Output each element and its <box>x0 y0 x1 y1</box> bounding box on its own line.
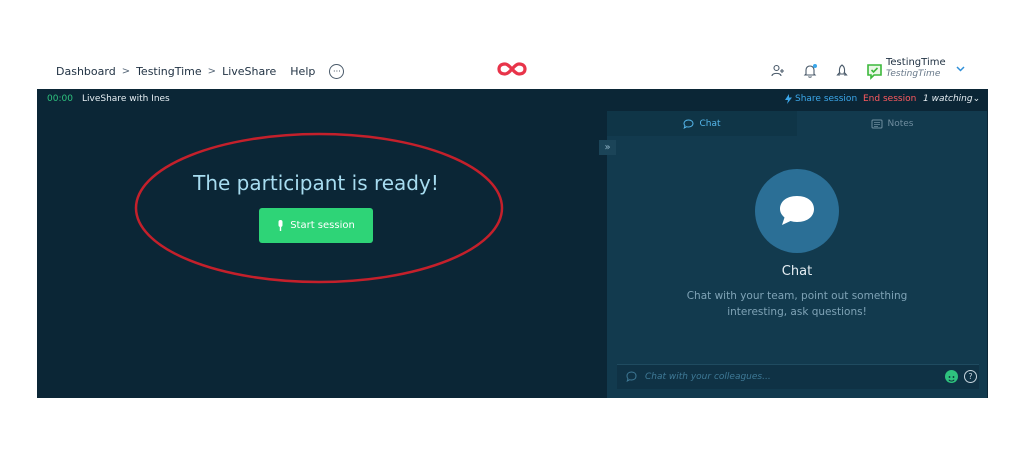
chat-bubble-icon <box>683 118 694 129</box>
session-timer: 00:00 <box>47 94 73 104</box>
session-status-bar: 00:00 LiveShare with Ines Share session … <box>37 89 988 109</box>
collapse-panel-button[interactable]: » <box>599 140 616 155</box>
end-session-button[interactable]: End session <box>863 94 916 104</box>
share-session-button[interactable]: Share session <box>785 94 857 104</box>
add-user-icon[interactable] <box>769 62 787 80</box>
bell-icon[interactable] <box>801 62 819 80</box>
chat-message-input[interactable] <box>643 368 937 386</box>
chevron-down-icon: ⌄ <box>972 94 981 104</box>
chevron-down-icon[interactable] <box>956 64 965 75</box>
emoji-icon[interactable] <box>945 370 958 383</box>
rocket-icon[interactable] <box>833 62 851 80</box>
more-options-icon[interactable]: ··· <box>329 64 345 79</box>
participant-ready-message: The participant is ready! <box>193 171 439 195</box>
user-menu[interactable]: TestingTime TestingTime <box>886 57 946 79</box>
session-stage: 00:00 LiveShare with Ines Share session … <box>37 89 988 398</box>
microphone-icon <box>278 220 283 231</box>
watching-dropdown[interactable]: 1 watching⌄ <box>923 94 980 104</box>
tab-chat-label: Chat <box>699 118 721 129</box>
breadcrumb-separator: > <box>121 66 131 77</box>
lightning-icon <box>785 94 792 104</box>
chat-input-bar: ? <box>617 364 979 389</box>
feedback-icon[interactable] <box>865 62 883 80</box>
share-session-label: Share session <box>795 94 858 104</box>
user-organization: TestingTime <box>886 69 941 79</box>
start-session-label: Start session <box>290 220 355 231</box>
testingtime-logo <box>497 62 527 76</box>
top-nav: Dashboard > TestingTime > LiveShare Help… <box>37 52 988 89</box>
chat-description: Chat with your team, point out something… <box>686 290 908 318</box>
chat-heading: Chat <box>781 264 813 279</box>
start-session-button[interactable]: Start session <box>259 208 373 243</box>
user-name: TestingTime <box>886 57 946 68</box>
panel-tabs: Chat Notes <box>607 111 987 136</box>
chat-panel: Chat Notes » Chat Chat with your team, p… <box>599 111 987 398</box>
chat-illustration <box>755 169 839 253</box>
breadcrumb-separator: > <box>207 66 217 77</box>
breadcrumb-dashboard[interactable]: Dashboard <box>56 65 116 78</box>
chat-bubble-icon <box>626 371 637 382</box>
chat-bubble-icon <box>780 196 814 225</box>
tab-chat[interactable]: Chat <box>607 111 797 136</box>
tab-notes[interactable]: Notes <box>797 111 987 136</box>
session-title: LiveShare with Ines <box>82 94 170 104</box>
help-link[interactable]: Help <box>290 65 315 78</box>
tab-notes-label: Notes <box>887 118 914 129</box>
notes-icon <box>871 119 882 128</box>
breadcrumb: Dashboard > TestingTime > LiveShare Help… <box>56 64 345 79</box>
breadcrumb-liveshare[interactable]: LiveShare <box>222 65 276 78</box>
nav-icon-group <box>769 62 897 80</box>
help-icon[interactable]: ? <box>964 370 977 383</box>
breadcrumb-testingtime[interactable]: TestingTime <box>136 65 202 78</box>
watching-count: 1 watching <box>923 94 973 104</box>
